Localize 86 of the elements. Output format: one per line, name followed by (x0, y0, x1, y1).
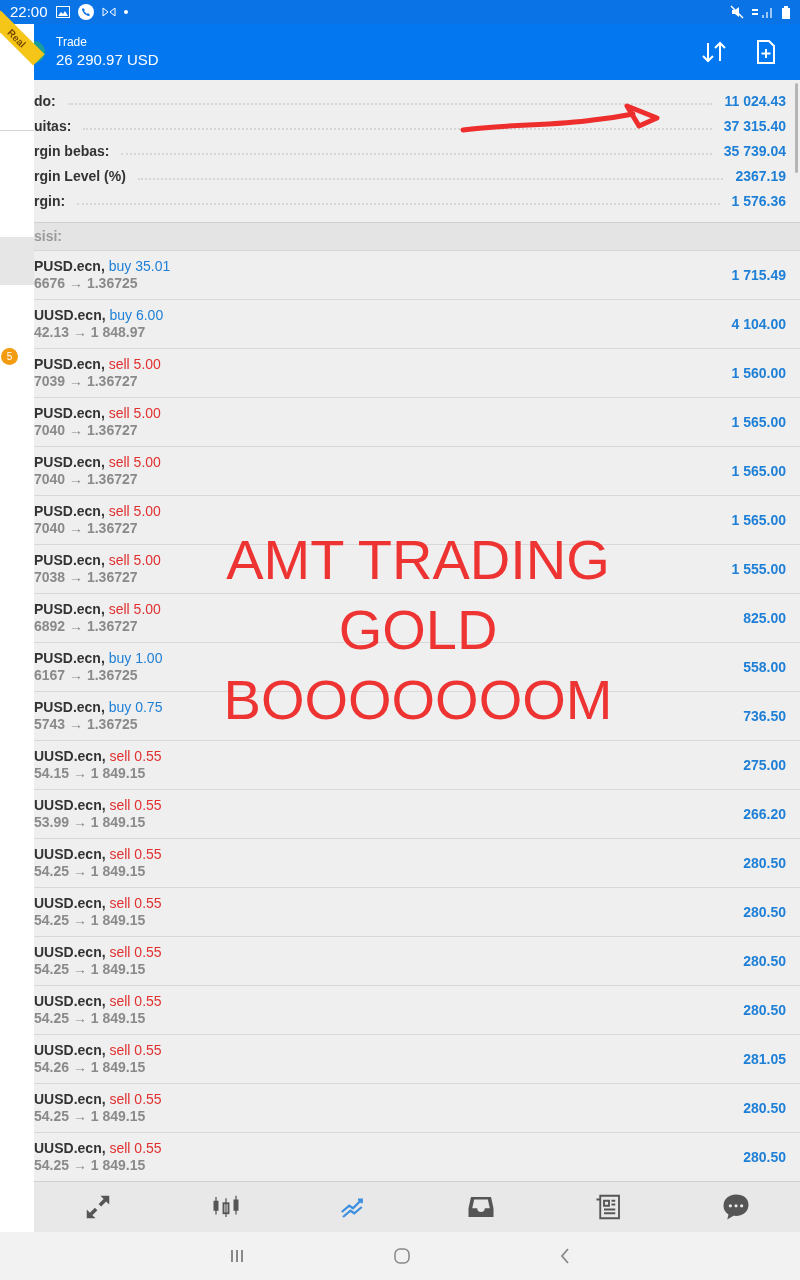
position-title: PUSD.ecn, sell 5.00 (34, 454, 162, 471)
summary-label: rgin Level (%) (34, 167, 126, 186)
home-icon[interactable] (394, 1248, 410, 1264)
price-text: 54.25 → 1 849.15 (34, 1010, 147, 1027)
summary-label: uitas: (34, 117, 72, 136)
sort-arrows-icon (701, 41, 727, 63)
price-text: 54.25 → 1 849.15 (34, 1108, 147, 1125)
profit-value: 1 715.49 (731, 265, 786, 285)
position-title: UUSD.ecn, sell 0.55 (34, 1091, 163, 1108)
profit-value: 736.50 (743, 706, 786, 726)
bow-tie-icon (101, 6, 116, 18)
price-text: 54.25 → 1 849.15 (34, 961, 147, 978)
profit-value: 275.00 (743, 755, 786, 775)
summary-label: do: (34, 92, 56, 111)
profit-value: 280.50 (743, 951, 786, 971)
profit-value: 280.50 (743, 1000, 786, 1020)
summary-value: 1 576.36 (731, 192, 786, 211)
section-title: sisi: (34, 227, 62, 246)
profit-value: 1 555.00 (731, 559, 786, 579)
summary-value: 35 739.04 (723, 142, 786, 161)
battery-icon (782, 5, 790, 19)
position-title: UUSD.ecn, sell 0.55 (34, 846, 163, 863)
price-text: 5743 → 1.36725 (34, 716, 139, 733)
header-title: Trade (56, 34, 88, 50)
profit-value: 281.05 (743, 1049, 786, 1069)
mute-icon (730, 5, 744, 19)
position-title: PUSD.ecn, sell 5.00 (34, 356, 162, 373)
price-text: 54.25 → 1 849.15 (34, 912, 147, 929)
dot-icon (123, 10, 128, 14)
position-title: PUSD.ecn, buy 0.75 (34, 699, 164, 716)
position-title: PUSD.ecn, buy 1.00 (34, 650, 164, 667)
position-title: PUSD.ecn, sell 5.00 (34, 503, 162, 520)
overlay-caption: GOLD (338, 597, 498, 663)
overlay-caption: AMT TRADING (226, 527, 610, 593)
signal-icon (752, 6, 774, 18)
summary-label: rgin: (34, 192, 66, 211)
position-title: UUSD.ecn, sell 0.55 (34, 797, 163, 814)
position-title: UUSD.ecn, sell 0.55 (34, 993, 163, 1010)
summary-label: rgin bebas: (34, 142, 110, 161)
phone-icon (77, 4, 94, 20)
add-document-icon (756, 40, 776, 64)
price-text: 53.99 → 1 849.15 (34, 814, 147, 831)
profit-value: 280.50 (743, 902, 786, 922)
count-badge: 5 (1, 348, 18, 365)
position-title: PUSD.ecn, sell 5.00 (34, 405, 162, 422)
image-icon (55, 6, 70, 18)
price-text: 54.25 → 1 849.15 (34, 1157, 147, 1174)
price-text: 42.13 → 1 848.97 (34, 324, 147, 341)
summary-value: 11 024.43 (724, 92, 786, 111)
position-title: UUSD.ecn, sell 0.55 (34, 1140, 163, 1157)
summary-value: 2367.19 (735, 167, 786, 186)
price-text: 7040 → 1.36727 (34, 471, 139, 488)
price-text: 7040 → 1.36727 (34, 520, 139, 537)
position-title: UUSD.ecn, sell 0.55 (34, 895, 163, 912)
profit-value: 1 565.00 (731, 510, 786, 530)
balance-text: 26 290.97 USD (56, 50, 159, 70)
price-text: 54.15 → 1 849.15 (34, 765, 147, 782)
price-text: 7038 → 1.36727 (34, 569, 139, 586)
profit-value: 825.00 (743, 608, 786, 628)
position-title: UUSD.ecn, sell 0.55 (34, 1042, 163, 1059)
price-text: 6676 → 1.36725 (34, 275, 139, 292)
profit-value: 266.20 (743, 804, 786, 824)
price-text: 54.25 → 1 849.15 (34, 863, 147, 880)
profit-value: 280.50 (743, 853, 786, 873)
profit-value: 4 104.00 (731, 314, 786, 334)
profit-value: 1 565.00 (731, 412, 786, 432)
profit-value: 280.50 (743, 1098, 786, 1118)
summary-value: 37 315.40 (723, 117, 786, 136)
profit-value: 558.00 (743, 657, 786, 677)
price-text: 6892 → 1.36727 (34, 618, 139, 635)
position-title: UUSD.ecn, buy 6.00 (34, 307, 165, 324)
position-title: UUSD.ecn, sell 0.55 (34, 944, 163, 961)
position-title: PUSD.ecn, buy 35.01 (34, 258, 172, 275)
profit-value: 1 565.00 (731, 461, 786, 481)
price-text: 7039 → 1.36727 (34, 373, 139, 390)
position-title: PUSD.ecn, sell 5.00 (34, 601, 162, 618)
price-text: 54.26 → 1 849.15 (34, 1059, 147, 1076)
position-title: UUSD.ecn, sell 0.55 (34, 748, 163, 765)
position-title: PUSD.ecn, sell 5.00 (34, 552, 162, 569)
profit-value: 280.50 (743, 1147, 786, 1167)
overlay-caption: BOOOOOOOM (223, 667, 613, 733)
price-text: 7040 → 1.36727 (34, 422, 139, 439)
back-icon[interactable] (560, 1248, 570, 1264)
recent-apps-icon[interactable] (230, 1249, 244, 1263)
profit-value: 1 560.00 (731, 363, 786, 383)
price-text: 6167 → 1.36725 (34, 667, 139, 684)
